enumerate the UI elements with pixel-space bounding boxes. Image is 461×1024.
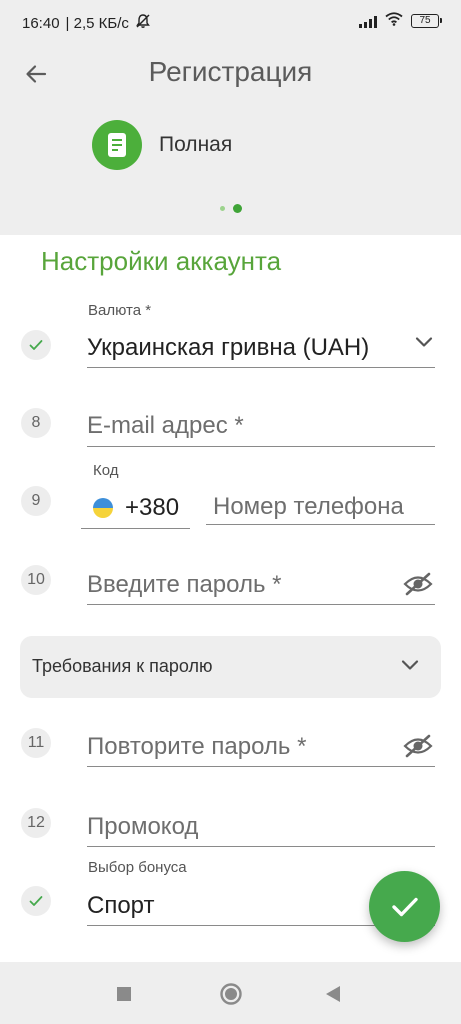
password-placeholder: Введите пароль * <box>87 571 282 598</box>
step-number-11: 11 <box>21 728 51 758</box>
section-title: Настройки аккаунта <box>41 246 282 276</box>
mute-icon <box>135 13 151 33</box>
phone-code-value: +380 <box>125 494 180 521</box>
battery-icon: 75 <box>411 14 442 28</box>
eye-off-icon[interactable] <box>403 572 433 601</box>
wifi-icon <box>385 12 403 30</box>
registration-type-label: Полная <box>159 133 233 156</box>
registration-header: Регистрация Полная <box>0 44 461 235</box>
ukraine-flag-icon <box>92 497 114 524</box>
password-requirements-toggle[interactable]: Требования к паролю <box>20 636 441 698</box>
bonus-check-icon <box>21 886 51 916</box>
repeat-password-placeholder: Повторите пароль * <box>87 733 307 760</box>
step-number-12: 12 <box>21 808 51 838</box>
check-icon <box>391 897 418 916</box>
phone-code-select[interactable]: +380 <box>81 484 190 529</box>
registration-type: Полная <box>92 120 232 170</box>
document-icon <box>92 120 142 170</box>
email-placeholder: E-mail адрес * <box>87 412 244 439</box>
currency-check-icon <box>21 330 51 360</box>
page-title: Регистрация <box>148 56 313 87</box>
arrow-left-icon <box>26 65 47 83</box>
page-dot <box>219 206 225 211</box>
currency-select[interactable]: Украинская гривна (UAH) <box>87 322 435 368</box>
promocode-placeholder: Промокод <box>87 813 199 840</box>
status-bar: 16:40 | 2,5 КБ/с 75 <box>0 0 461 44</box>
currency-label: Валюта * <box>88 302 152 319</box>
signal-icon <box>359 15 377 28</box>
step-number-9: 9 <box>21 486 51 516</box>
step-number-10: 10 <box>21 565 51 595</box>
status-time: 16:40 <box>22 14 60 32</box>
chevron-down-icon <box>401 658 419 676</box>
repeat-password-field[interactable]: Повторите пароль * <box>87 722 435 767</box>
status-network-speed: | 2,5 КБ/с <box>65 14 129 32</box>
step-number-8: 8 <box>21 408 51 438</box>
chevron-down-icon <box>415 335 433 353</box>
bonus-value: Спорт <box>87 892 155 919</box>
home-icon[interactable] <box>219 982 243 1011</box>
phone-code-label: Код <box>93 462 119 479</box>
back-button[interactable] <box>18 56 54 92</box>
system-navigation-bar <box>0 962 461 1024</box>
promocode-field[interactable]: Промокод <box>87 802 435 847</box>
page-dot-active <box>232 204 242 213</box>
confirm-button[interactable] <box>369 871 440 942</box>
page-indicator <box>0 204 461 213</box>
recents-icon[interactable] <box>116 986 132 1007</box>
phone-number-field[interactable]: Номер телефона <box>206 484 435 525</box>
currency-value: Украинская гривна (UAH) <box>87 334 370 361</box>
bonus-label: Выбор бонуса <box>88 859 187 876</box>
email-field[interactable]: E-mail адрес * <box>87 402 435 447</box>
phone-placeholder: Номер телефона <box>213 493 404 520</box>
back-triangle-icon[interactable] <box>325 985 341 1008</box>
password-field[interactable]: Введите пароль * <box>87 560 435 605</box>
password-requirements-label: Требования к паролю <box>32 656 213 676</box>
eye-off-icon[interactable] <box>403 734 433 763</box>
